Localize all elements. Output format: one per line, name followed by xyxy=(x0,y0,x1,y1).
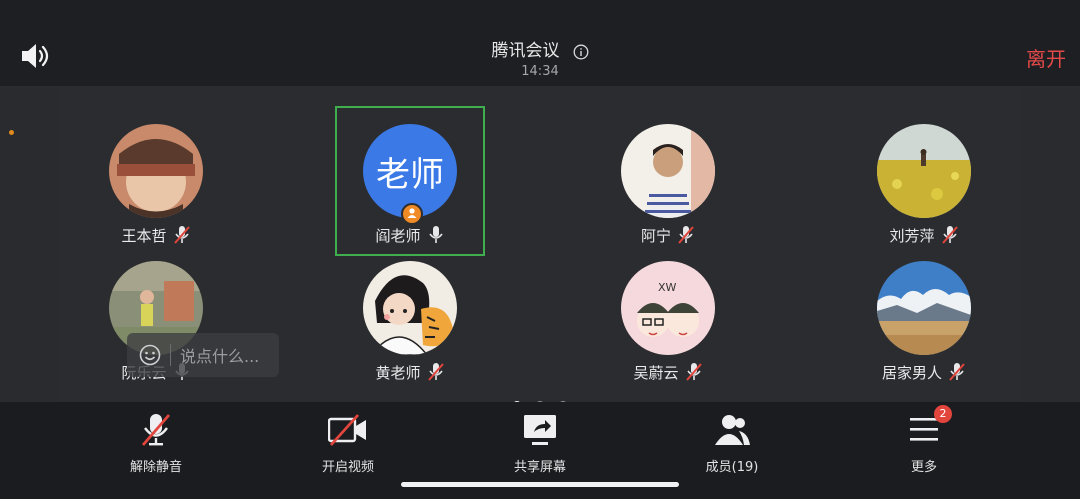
unmute-button[interactable]: 解除静音 xyxy=(96,412,216,475)
avatar xyxy=(621,124,715,218)
info-icon[interactable] xyxy=(573,44,589,60)
mic-muted-icon xyxy=(136,412,176,448)
participant-name: 阿宁 xyxy=(640,226,671,245)
participant-tile[interactable]: 居家男人 xyxy=(849,261,999,383)
mic-muted-icon xyxy=(685,362,703,382)
participant-tile[interactable]: 阿宁 xyxy=(593,124,743,246)
participant-name: 居家男人 xyxy=(881,363,942,382)
avatar xyxy=(109,124,203,218)
more-button[interactable]: 2 更多 xyxy=(864,405,984,475)
more-label: 更多 xyxy=(910,460,937,475)
menu-icon: 2 xyxy=(904,405,952,448)
members-label: 成员(19) xyxy=(705,460,759,475)
leave-button[interactable]: 离开 xyxy=(1026,43,1066,72)
share-screen-button[interactable]: 共享屏幕 xyxy=(480,412,600,475)
mic-muted-icon xyxy=(677,225,695,245)
participant-tile[interactable]: 王本哲 xyxy=(81,124,231,246)
members-icon xyxy=(712,412,752,448)
notification-badge: 2 xyxy=(934,405,952,423)
participant-name: 黄老师 xyxy=(375,363,421,382)
avatar xyxy=(877,261,971,355)
participant-tile[interactable]: 刘芳萍 xyxy=(849,124,999,246)
top-bar: 腾讯会议 14:34 离开 xyxy=(0,0,1080,86)
start-video-label: 开启视频 xyxy=(321,460,374,475)
status-dot xyxy=(9,130,14,135)
unmute-label: 解除静音 xyxy=(129,460,182,475)
svg-text:XW: XW xyxy=(658,281,677,294)
mic-muted-icon xyxy=(941,225,959,245)
mic-muted-icon xyxy=(173,225,191,245)
participant-name: 吴蔚云 xyxy=(633,363,679,382)
meeting-title: 腾讯会议 xyxy=(491,41,560,61)
mic-icon xyxy=(427,225,445,245)
start-video-button[interactable]: 开启视频 xyxy=(288,412,408,475)
participant-name: 刘芳萍 xyxy=(889,226,935,245)
participant-tile[interactable]: 黄老师 xyxy=(335,261,485,383)
participant-tile[interactable]: 老师 阎老师 xyxy=(335,124,485,246)
mic-muted-icon xyxy=(948,362,966,382)
participant-name: 阎老师 xyxy=(375,226,421,245)
host-icon xyxy=(401,203,423,225)
home-indicator[interactable] xyxy=(401,482,679,487)
avatar xyxy=(877,124,971,218)
members-button[interactable]: 成员(19) xyxy=(672,412,792,475)
video-off-icon xyxy=(327,412,368,448)
avatar: XW xyxy=(621,261,715,355)
emoji-icon[interactable] xyxy=(139,344,161,366)
mic-muted-icon xyxy=(427,362,445,382)
chat-input[interactable]: 说点什么... xyxy=(127,333,279,377)
meeting-time: 14:34 xyxy=(521,64,559,79)
participant-name: 王本哲 xyxy=(121,226,167,245)
participant-tile[interactable]: XW 吴蔚云 xyxy=(593,261,743,383)
meeting-title-row: 腾讯会议 xyxy=(0,36,1080,61)
share-screen-icon xyxy=(520,412,560,448)
share-screen-label: 共享屏幕 xyxy=(513,460,566,475)
chat-placeholder: 说点什么... xyxy=(180,347,260,366)
avatar xyxy=(363,261,457,355)
